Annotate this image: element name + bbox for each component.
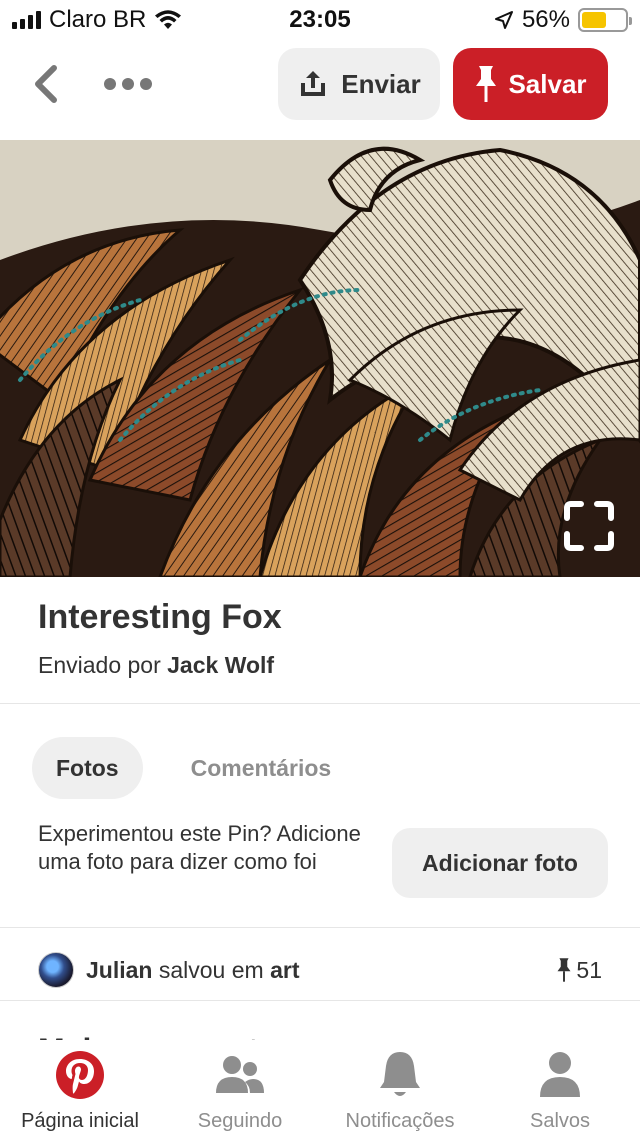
saved-action: salvou em (158, 956, 264, 983)
pushpin-icon (476, 66, 497, 102)
battery-percent: 56% (521, 6, 570, 33)
pin-title: Interesting Fox (38, 598, 282, 636)
pushpin-icon (557, 958, 571, 982)
nav-notifications-label: Notificações (345, 1110, 455, 1132)
nav-home-label: Página inicial (21, 1110, 139, 1132)
ellipsis-icon (104, 78, 116, 90)
avatar[interactable] (38, 952, 74, 988)
saved-by-text: Julian salvou em art (86, 957, 299, 984)
try-pin-prompt: Experimentou este Pin? Adicione uma foto… (38, 821, 361, 874)
location-arrow-icon (494, 11, 513, 29)
more-like-this-heading: Mais como este (38, 1020, 276, 1040)
send-button-label: Enviar (341, 68, 421, 99)
board-name[interactable]: art (270, 957, 299, 983)
status-bar: Claro BR 23:05 56% (0, 0, 640, 40)
share-upload-icon (301, 71, 326, 96)
send-button[interactable]: Enviar (278, 48, 440, 120)
bell-icon (373, 1048, 427, 1102)
nav-notifications[interactable]: Notificações (320, 1048, 480, 1133)
nav-following-label: Seguindo (197, 1110, 283, 1132)
chevron-left-icon (35, 65, 57, 103)
battery-icon (578, 8, 632, 32)
pinterest-logo-icon (53, 1048, 107, 1102)
nav-saved[interactable]: Salvos (480, 1048, 640, 1133)
pin-image[interactable] (0, 140, 640, 577)
status-right: 56% (494, 6, 632, 34)
people-icon (213, 1048, 267, 1102)
visual-search-icon (564, 501, 614, 551)
add-photo-button[interactable]: Adicionar foto (392, 828, 608, 898)
person-icon (533, 1048, 587, 1102)
photo-comment-tabs: Fotos Comentários (32, 737, 355, 799)
divider (0, 703, 640, 704)
tab-photos[interactable]: Fotos (32, 737, 143, 799)
nav-home[interactable]: Página inicial (0, 1048, 160, 1133)
saver-name[interactable]: Julian (86, 957, 152, 983)
visual-search-button[interactable] (556, 493, 622, 559)
pin-author-link[interactable]: Jack Wolf (167, 652, 274, 678)
pin-toolbar: Enviar Salvar (0, 40, 640, 140)
nav-saved-label: Salvos (529, 1110, 591, 1132)
save-button-label: Salvar (508, 68, 587, 99)
saved-by-row[interactable]: Julian salvou em art 51 (38, 948, 602, 992)
divider (0, 1000, 640, 1001)
tab-comments[interactable]: Comentários (167, 737, 356, 799)
save-button[interactable]: Salvar (453, 48, 608, 120)
back-button[interactable] (26, 62, 66, 106)
sent-by-label: Enviado por (38, 652, 161, 678)
save-count-value: 51 (576, 956, 602, 983)
more-options-button[interactable] (100, 66, 156, 102)
battery-level (582, 12, 606, 28)
nav-following[interactable]: Seguindo (160, 1048, 320, 1133)
bottom-nav: Página inicial Seguindo Notificações Sal… (0, 1040, 640, 1136)
divider (0, 927, 640, 928)
pin-attribution: Enviado por Jack Wolf (38, 652, 274, 679)
fox-artwork-image (0, 140, 640, 577)
save-count: 51 (556, 957, 602, 984)
